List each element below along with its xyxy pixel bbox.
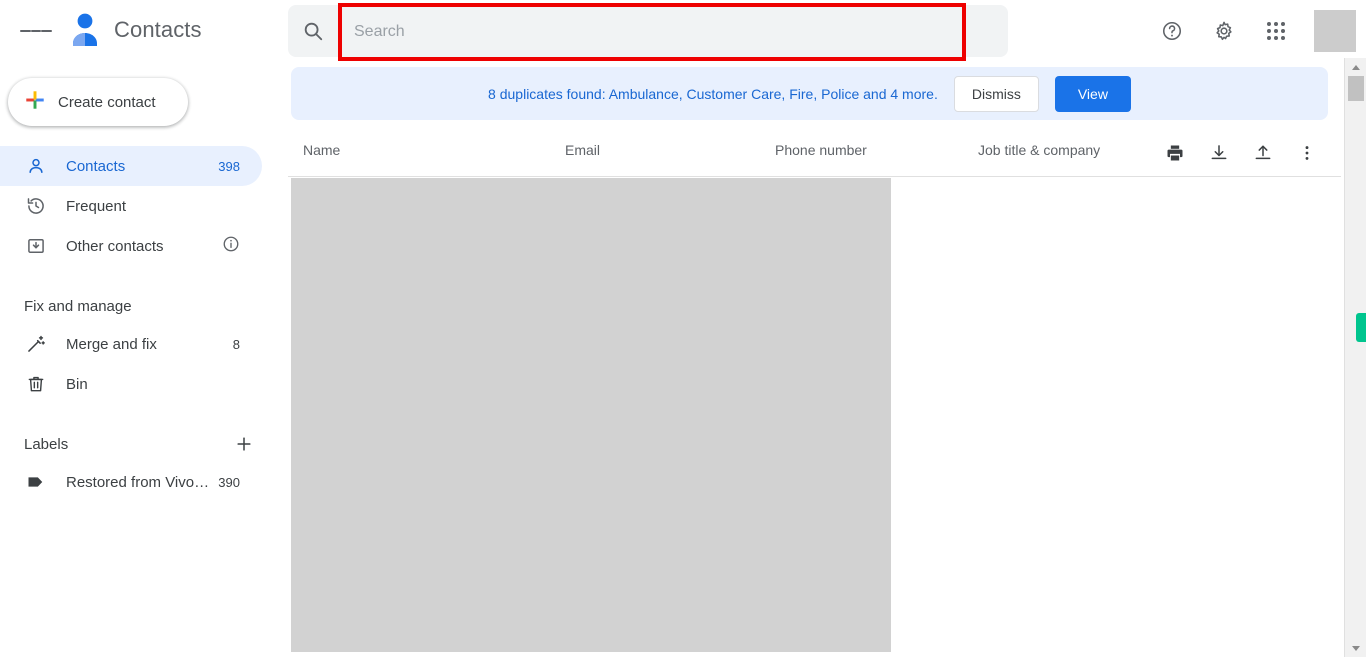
sidebar-nav: Contacts 398 Frequent Other contacts Fix… (0, 146, 288, 502)
sidebar-section-labels: Labels (0, 426, 288, 462)
app-brand[interactable]: Contacts (68, 10, 202, 50)
search-icon[interactable] (288, 5, 338, 57)
sidebar-item-frequent[interactable]: Frequent (0, 186, 262, 226)
sidebar-item-label-restored[interactable]: Restored from Vivo… 390 (0, 462, 262, 502)
table-header-actions (1153, 133, 1329, 173)
more-vertical-icon[interactable] (1287, 133, 1327, 173)
main-content: 8 duplicates found: Ambulance, Customer … (288, 62, 1341, 657)
hamburger-line (20, 30, 31, 32)
export-upload-icon[interactable] (1243, 133, 1283, 173)
trash-bin-icon (24, 372, 48, 396)
hamburger-menu-icon[interactable] (20, 15, 53, 47)
search-bar (288, 3, 1008, 61)
sidebar-section-fix-and-manage: Fix and manage (24, 297, 132, 315)
column-header-job[interactable]: Job title & company (978, 142, 1100, 158)
sidebar-item-merge-and-fix[interactable]: Merge and fix 8 (0, 324, 262, 364)
scrollbar-position-marker (1356, 313, 1366, 342)
sidebar-item-label: Bin (66, 375, 88, 393)
info-circle-icon[interactable] (222, 235, 240, 258)
contacts-table-header: Name Email Phone number Job title & comp… (288, 125, 1341, 177)
duplicates-banner: 8 duplicates found: Ambulance, Customer … (291, 67, 1328, 120)
sidebar-item-label: Restored from Vivo… (66, 473, 210, 491)
create-contact-button[interactable]: Create contact (8, 78, 188, 126)
sidebar-item-label: Contacts (66, 157, 126, 175)
create-label-button[interactable] (230, 430, 258, 458)
sidebar-item-label: Other contacts (66, 237, 164, 255)
sidebar-item-count: 398 (218, 158, 240, 174)
print-icon[interactable] (1155, 133, 1195, 173)
sidebar-item-label: Merge and fix (66, 335, 157, 353)
hamburger-line (41, 30, 53, 32)
archive-box-icon (24, 234, 48, 258)
create-contact-label: Create contact (58, 93, 156, 111)
view-button[interactable]: View (1054, 75, 1131, 112)
plus-icon (24, 89, 46, 116)
contacts-logo-icon (68, 10, 102, 50)
scroll-up-arrow-icon[interactable] (1345, 58, 1366, 76)
column-header-phone[interactable]: Phone number (775, 142, 867, 158)
import-download-icon[interactable] (1199, 133, 1239, 173)
contacts-list-placeholder (291, 178, 891, 652)
contacts-app: Contacts Search Create contact Contacts … (0, 0, 1366, 657)
labels-title: Labels (24, 435, 69, 453)
help-circle-icon[interactable] (1152, 11, 1192, 51)
sidebar-item-count: 390 (218, 474, 240, 490)
page-title: Contacts (114, 17, 202, 42)
sidebar-item-label: Frequent (66, 197, 127, 215)
duplicates-banner-text: 8 duplicates found: Ambulance, Customer … (488, 85, 938, 102)
apps-grid-dots (1267, 22, 1285, 40)
apps-grid-icon[interactable] (1256, 11, 1296, 51)
search-input-highlight (338, 3, 966, 61)
magic-wand-icon (24, 332, 48, 356)
sidebar-item-bin[interactable]: Bin (0, 364, 262, 404)
sidebar-item-other-contacts[interactable]: Other contacts (0, 226, 262, 266)
history-clock-icon (24, 194, 48, 218)
scroll-down-arrow-icon[interactable] (1345, 639, 1366, 657)
gear-icon[interactable] (1204, 11, 1244, 51)
search-input[interactable] (342, 7, 962, 57)
avatar[interactable] (1314, 10, 1356, 52)
label-tag-icon (24, 470, 48, 494)
sidebar-item-count: 8 (232, 336, 240, 352)
top-bar: Contacts (0, 0, 1366, 62)
page-scrollbar[interactable] (1344, 58, 1366, 657)
person-outline-icon (24, 154, 48, 178)
column-header-email[interactable]: Email (565, 142, 600, 158)
dismiss-button[interactable]: Dismiss (953, 75, 1039, 112)
sidebar: Create contact Contacts 398 Frequent Oth… (0, 62, 288, 657)
column-header-name[interactable]: Name (303, 142, 340, 158)
top-bar-actions (1146, 0, 1366, 62)
sidebar-item-contacts[interactable]: Contacts 398 (0, 146, 262, 186)
scrollbar-thumb[interactable] (1348, 76, 1364, 101)
hamburger-line (30, 30, 42, 32)
